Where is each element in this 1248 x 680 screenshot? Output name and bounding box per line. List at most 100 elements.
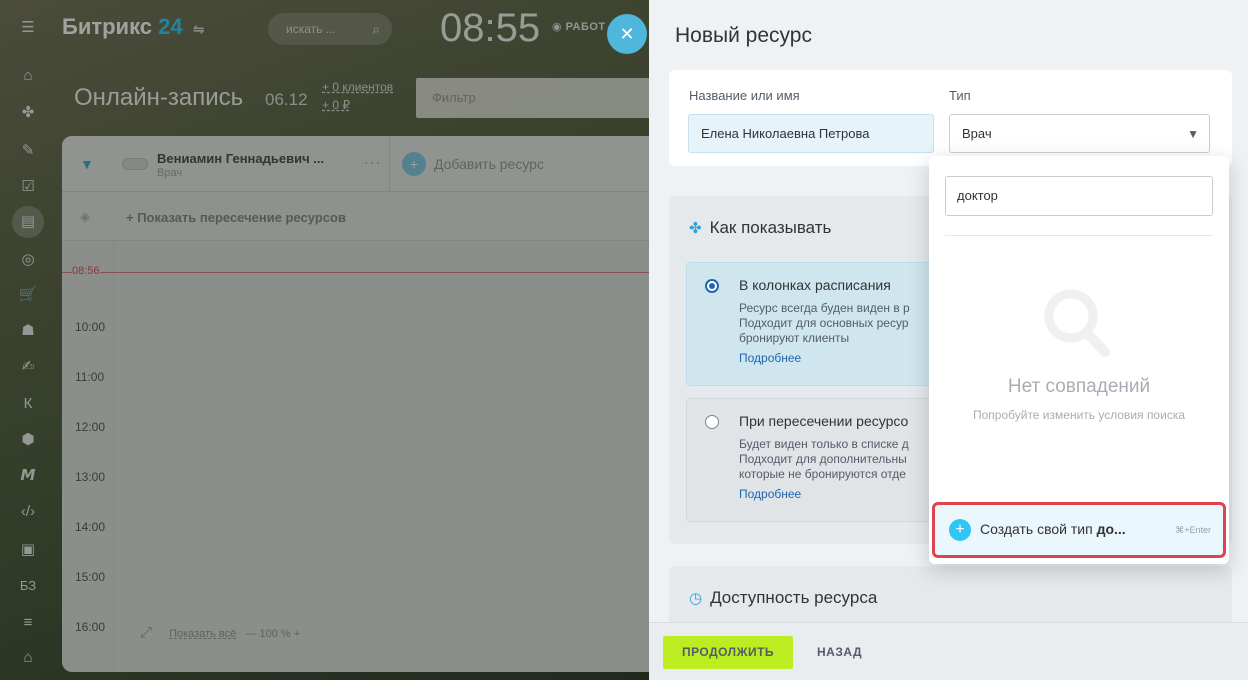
search-icon: ⌕ <box>372 21 380 37</box>
booking-icon[interactable]: ▤ <box>12 206 44 238</box>
more-link[interactable]: Подробнее <box>739 351 801 365</box>
panel-title: Новый ресурс <box>675 24 812 47</box>
resource-toggle[interactable] <box>122 158 148 170</box>
more-link[interactable]: Подробнее <box>739 487 801 501</box>
option-description-line: Подходит для основных ресур <box>739 316 909 330</box>
feed-icon[interactable]: ✤ <box>18 103 38 123</box>
option-description-line: Будет виден только в списке д <box>739 437 909 451</box>
forms-icon[interactable]: ✍ <box>18 357 38 377</box>
revenue-stat[interactable]: + 0 ₽ <box>322 98 350 112</box>
shortcut-hint: ⌘+Enter <box>1175 525 1211 535</box>
time-label: 15:00 <box>75 570 106 584</box>
resource-name[interactable]: Вениамин Геннадьевич ... <box>157 151 324 166</box>
zoom-bar: ⤢ Показать всё — 100 % + <box>140 624 300 641</box>
left-sidebar: ☰ ⌂ ✤ ✎ ☑ ▤ ◎ 🛒 ☗ ✍ К ⬢ 𝙈 ‹/› ▣ БЗ ≡ ⌂ <box>0 0 56 680</box>
k-icon[interactable]: К <box>18 394 38 414</box>
column-divider <box>389 136 390 191</box>
target-icon[interactable]: ◎ <box>18 250 38 270</box>
more-icon[interactable]: ··· <box>364 154 381 170</box>
close-panel-button[interactable]: ✕ <box>607 14 647 54</box>
time-label: 13:00 <box>75 470 106 484</box>
time-label: 12:00 <box>75 420 106 434</box>
m-icon[interactable]: 𝙈 <box>18 466 38 486</box>
filter-input[interactable]: Фильтр <box>416 78 649 118</box>
magnifier-icon <box>1044 289 1110 357</box>
radio-schedule-columns[interactable] <box>705 279 719 293</box>
create-type-prefix: Создать свой тип <box>980 521 1097 537</box>
calendar-subbar: ◈ + Показать пересечение ресурсов <box>62 193 649 241</box>
logo[interactable]: Битрикс 24 ⇋ <box>62 14 205 40</box>
time-label: 10:00 <box>75 320 106 334</box>
chevron-down-icon: ▼ <box>1187 127 1199 141</box>
option-title: При пересечении ресурсо <box>739 413 909 429</box>
funnel-icon[interactable]: ▼ <box>80 156 94 172</box>
show-all-link[interactable]: Показать всё <box>169 628 236 640</box>
type-dropdown: доктор Нет совпадений Попробуйте изменит… <box>929 156 1229 564</box>
layers-icon: ◈ <box>80 209 90 224</box>
calendar-header: ▼ Вениамин Геннадьевич ... Врач ··· + Доб… <box>62 136 649 192</box>
robot-icon[interactable]: ☗ <box>18 321 38 341</box>
kb-icon[interactable]: БЗ <box>18 576 38 596</box>
option-description-line: бронируют клиенты <box>739 331 850 345</box>
top-search-placeholder: искать ... <box>286 22 336 36</box>
show-intersection-button[interactable]: + Показать пересечение ресурсов <box>126 210 346 225</box>
time-label: 14:00 <box>75 520 106 534</box>
option-description-line: которые не бронируются отде <box>739 467 906 481</box>
background-app: ☰ ⌂ ✤ ✎ ☑ ▤ ◎ 🛒 ☗ ✍ К ⬢ 𝙈 ‹/› ▣ БЗ ≡ ⌂ Б… <box>0 0 649 680</box>
option-description-line: Подходит для дополнительны <box>739 452 907 466</box>
id-card-icon[interactable]: ▣ <box>18 540 38 560</box>
box-icon[interactable]: ⬢ <box>18 430 38 450</box>
code-icon[interactable]: ‹/› <box>18 502 38 522</box>
logo-number: 24 <box>158 14 183 39</box>
clock: 08:55 <box>440 6 541 50</box>
option-title: В колонках расписания <box>739 277 891 293</box>
filter-lines-icon[interactable]: ≡ <box>18 613 38 633</box>
resource-type: Врач <box>157 167 183 179</box>
switch-icon: ⇋ <box>192 21 205 37</box>
plus-icon: + <box>402 152 426 176</box>
work-status[interactable]: ◉ РАБОТ <box>552 20 606 33</box>
page-date[interactable]: 06.12 <box>265 90 308 110</box>
radio-intersection[interactable] <box>705 415 719 429</box>
expand-icon[interactable]: ⤢ <box>140 624 152 641</box>
panel-footer: ПРОДОЛЖИТЬ НАЗАД <box>649 622 1248 680</box>
menu-icon[interactable]: ☰ <box>18 18 38 38</box>
type-select[interactable]: Врач ▼ <box>949 114 1210 153</box>
tasks-icon[interactable]: ☑ <box>18 177 38 197</box>
display-mode-title: Как показывать <box>709 218 832 237</box>
zoom-control[interactable]: — 100 % + <box>245 628 300 640</box>
type-select-value: Врач <box>962 126 992 141</box>
cart-icon[interactable]: 🛒 <box>18 285 38 305</box>
divider <box>945 235 1213 236</box>
pen-icon[interactable]: ✎ <box>18 141 38 161</box>
continue-button[interactable]: ПРОДОЛЖИТЬ <box>663 636 793 669</box>
type-label: Тип <box>949 88 971 103</box>
work-status-label: РАБОТ <box>565 21 606 33</box>
add-resource-button[interactable]: + Добавить ресурс <box>402 152 544 176</box>
resource-basic-card: Название или имя Тип Елена Николаевна Пе… <box>669 70 1232 166</box>
calendar: ▼ Вениамин Геннадьевич ... Врач ··· + Доб… <box>62 136 649 672</box>
current-time-label: 08:56 <box>72 265 100 277</box>
type-search-input[interactable]: доктор <box>945 176 1213 216</box>
name-label: Название или имя <box>689 88 800 103</box>
display-mode-heading: ✤ Как показывать <box>689 218 831 238</box>
page-title: Онлайн-запись <box>74 84 244 111</box>
no-match-title: Нет совпадений <box>1007 376 1151 397</box>
create-type-label: Создать свой тип до... <box>980 521 1126 537</box>
availability-heading: ◷ Доступность ресурса <box>689 588 877 608</box>
option-description: Будет виден только в списке д Подходит д… <box>739 437 939 482</box>
name-input[interactable]: Елена Николаевна Петрова <box>688 114 934 153</box>
time-label: 16:00 <box>75 620 106 634</box>
logo-text: Битрикс <box>62 14 153 39</box>
option-description-line: Ресурс всегда буден виден в р <box>739 301 910 315</box>
create-custom-type-button[interactable]: + Создать свой тип до... ⌘+Enter <box>932 502 1226 558</box>
building-icon[interactable]: ⌂ <box>18 648 38 668</box>
time-label: 11:00 <box>75 370 105 384</box>
plus-icon: + <box>949 519 971 541</box>
clock-icon: ◷ <box>689 590 703 607</box>
home-icon[interactable]: ⌂ <box>18 66 38 86</box>
top-search-input[interactable]: искать ... ⌕ <box>268 13 392 45</box>
add-resource-label: Добавить ресурс <box>434 156 544 172</box>
back-button[interactable]: НАЗАД <box>817 636 862 669</box>
clients-stat[interactable]: + 0 клиентов <box>322 80 393 94</box>
